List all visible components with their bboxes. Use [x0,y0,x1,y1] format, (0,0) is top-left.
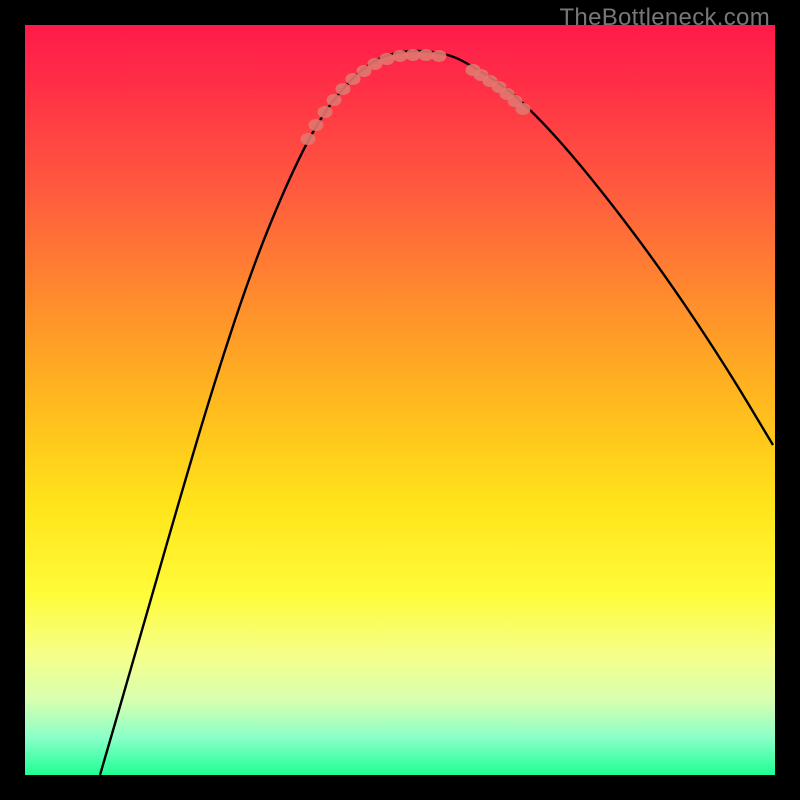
data-dot [393,50,408,62]
data-dot [318,106,333,118]
data-dot [516,103,531,115]
data-dot [309,119,324,131]
chart-frame [25,25,775,775]
data-dot [432,50,447,62]
bottleneck-curve [100,51,773,775]
watermark: TheBottleneck.com [559,4,770,32]
data-dot [380,53,395,65]
data-dot [327,94,342,106]
chart-overlay [25,25,775,775]
data-dot [301,133,316,145]
data-dot [419,49,434,61]
dots-left [301,49,447,145]
dots-right [466,64,531,115]
data-dot [336,83,351,95]
data-dot [406,49,421,61]
